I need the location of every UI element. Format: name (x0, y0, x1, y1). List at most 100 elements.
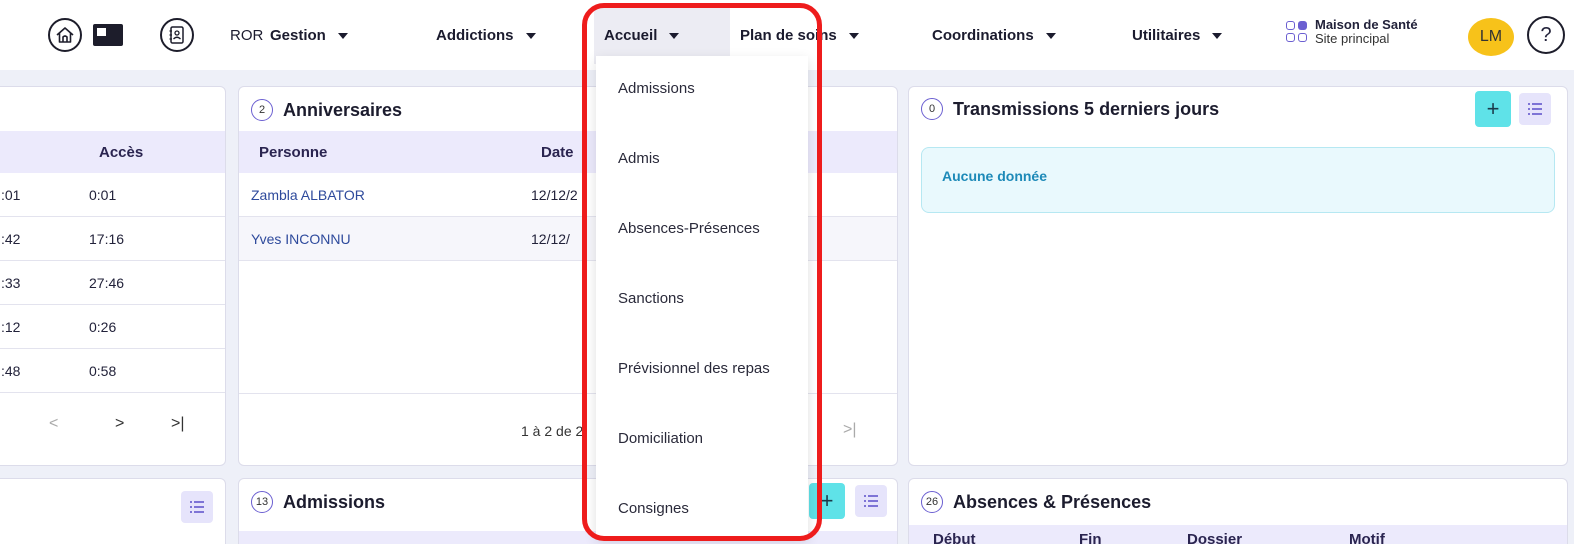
menu-item-absences-presences[interactable]: Absences-Présences (618, 214, 760, 242)
site-subtitle: Site principal (1315, 31, 1390, 46)
list-view-button[interactable] (1519, 93, 1551, 125)
caret-down-icon (1045, 33, 1056, 39)
table-row[interactable]: :48 0:58 (0, 349, 225, 393)
nav-ror-label: ROR (230, 26, 264, 44)
caret-down-icon (337, 33, 348, 39)
table-cell: :48 (1, 362, 21, 379)
table-cell: 12/12/ (531, 230, 570, 247)
table-cell: :01 (1, 186, 21, 203)
list-view-button[interactable] (855, 485, 887, 517)
card-header: 26 Absences & Présences (909, 479, 1567, 525)
column-header-acces: Accès (99, 143, 144, 161)
column-header-personne: Personne (259, 143, 328, 161)
person-link[interactable]: Yves INCONNU (251, 217, 351, 260)
nav-ror[interactable]: ROR (230, 24, 263, 46)
count-badge: 2 (251, 99, 273, 121)
home-icon (56, 27, 74, 43)
menu-item-domiciliation[interactable]: Domiciliation (618, 424, 703, 452)
transmissions-card: 0 Transmissions 5 derniers jours + Aucun… (908, 86, 1568, 466)
menu-item-label: Prévisionnel des repas (618, 359, 770, 377)
table-cell: 17:16 (89, 230, 125, 247)
table-row[interactable]: :33 27:46 (0, 261, 225, 305)
left-bottom-card (0, 478, 226, 544)
pager-next-button[interactable]: > (115, 415, 124, 433)
menu-item-previsionnel-repas[interactable]: Prévisionnel des repas (618, 354, 770, 382)
nav-gestion[interactable]: Gestion (270, 24, 348, 46)
column-header-motif: Motif (1349, 531, 1385, 544)
table-cell: :12 (1, 318, 21, 335)
column-header-debut: Début (933, 531, 976, 544)
site-name: Maison de Santé (1315, 17, 1418, 32)
nav-utilitaires[interactable]: Utilitaires (1132, 24, 1223, 46)
count-badge: 13 (251, 491, 273, 513)
column-header-date: Date (541, 143, 574, 161)
table-cell: 0:26 (89, 318, 117, 335)
nav-coordinations[interactable]: Coordinations (932, 24, 1056, 46)
caret-down-icon (669, 33, 680, 39)
plus-icon: + (1486, 96, 1500, 121)
nav-accueil-label: Accueil (604, 26, 658, 44)
empty-state-message: Aucune donnée (921, 147, 1555, 213)
home-button[interactable] (48, 18, 82, 52)
list-icon (1528, 103, 1542, 115)
menu-item-admissions[interactable]: Admissions (618, 74, 695, 102)
nav-addictions-label: Addictions (436, 26, 514, 44)
pager-prev-button[interactable]: < (49, 415, 58, 433)
menu-item-label: Domiciliation (618, 429, 704, 447)
menu-item-label: Absences-Présences (618, 219, 760, 237)
pager-status: 1 à 2 de 2 (521, 423, 584, 439)
menu-item-label: Consignes (618, 499, 689, 517)
list-icon (190, 501, 204, 513)
card-reader-button[interactable] (92, 20, 124, 50)
table-row[interactable]: :42 17:16 (0, 217, 225, 261)
table-cell: 0:58 (89, 362, 117, 379)
column-header-dossier: Dossier (1187, 531, 1243, 544)
menu-item-consignes[interactable]: Consignes (618, 494, 689, 522)
accueil-dropdown-menu: Admissions Admis Absences-Présences Sanc… (596, 56, 808, 538)
table-cell: 12/12/2 (531, 186, 578, 203)
pager-last-button[interactable]: >| (843, 421, 857, 439)
add-admission-button[interactable]: + (809, 483, 845, 519)
nav-plan-de-soins[interactable]: Plan de soins (740, 24, 859, 46)
card-title: Admissions (283, 491, 386, 512)
caret-down-icon (1212, 33, 1223, 39)
table-cell: :33 (1, 274, 21, 291)
menu-item-label: Admissions (618, 79, 695, 97)
menu-item-admis[interactable]: Admis (618, 144, 660, 172)
count-badge: 26 (921, 491, 943, 513)
table-header: Début Fin Dossier Motif (909, 525, 1567, 544)
menu-item-sanctions[interactable]: Sanctions (618, 284, 684, 312)
contacts-button[interactable] (160, 18, 194, 52)
count-badge: 0 (921, 98, 943, 120)
nav-gestion-label: Gestion (270, 26, 326, 44)
nav-accueil[interactable]: Accueil (604, 24, 680, 46)
id-card-icon (93, 24, 123, 46)
nav-coordinations-label: Coordinations (932, 26, 1034, 44)
card-title: Absences & Présences (953, 491, 1152, 512)
pager-last-button[interactable]: >| (171, 415, 185, 433)
table-cell: :42 (1, 230, 21, 247)
table-cell: 0:01 (89, 186, 117, 203)
table-header: Accès (0, 131, 225, 173)
person-link[interactable]: Zambla ALBATOR (251, 173, 365, 216)
card-header: 0 Transmissions 5 derniers jours (909, 87, 1567, 131)
plus-icon: + (820, 488, 834, 513)
card-title: Anniversaires (283, 99, 403, 120)
question-icon: ? (1540, 23, 1552, 46)
apps-grid-icon (1286, 21, 1308, 43)
absences-card: 26 Absences & Présences Début Fin Dossie… (908, 478, 1568, 544)
site-selector[interactable]: Maison de Santé Site principal (1286, 18, 1418, 46)
nav-addictions[interactable]: Addictions (436, 24, 536, 46)
menu-item-label: Admis (618, 149, 660, 167)
address-book-icon (169, 26, 184, 44)
table-row[interactable]: :01 0:01 (0, 173, 225, 217)
caret-down-icon (848, 33, 859, 39)
table-row[interactable]: :12 0:26 (0, 305, 225, 349)
add-transmission-button[interactable]: + (1475, 91, 1511, 127)
nav-utilitaires-label: Utilitaires (1132, 26, 1201, 44)
menu-item-label: Sanctions (618, 289, 684, 307)
user-avatar[interactable]: LM (1468, 18, 1514, 56)
list-view-button[interactable] (181, 491, 213, 523)
help-button[interactable]: ? (1527, 16, 1565, 54)
nav-plan-de-soins-label: Plan de soins (740, 26, 837, 44)
